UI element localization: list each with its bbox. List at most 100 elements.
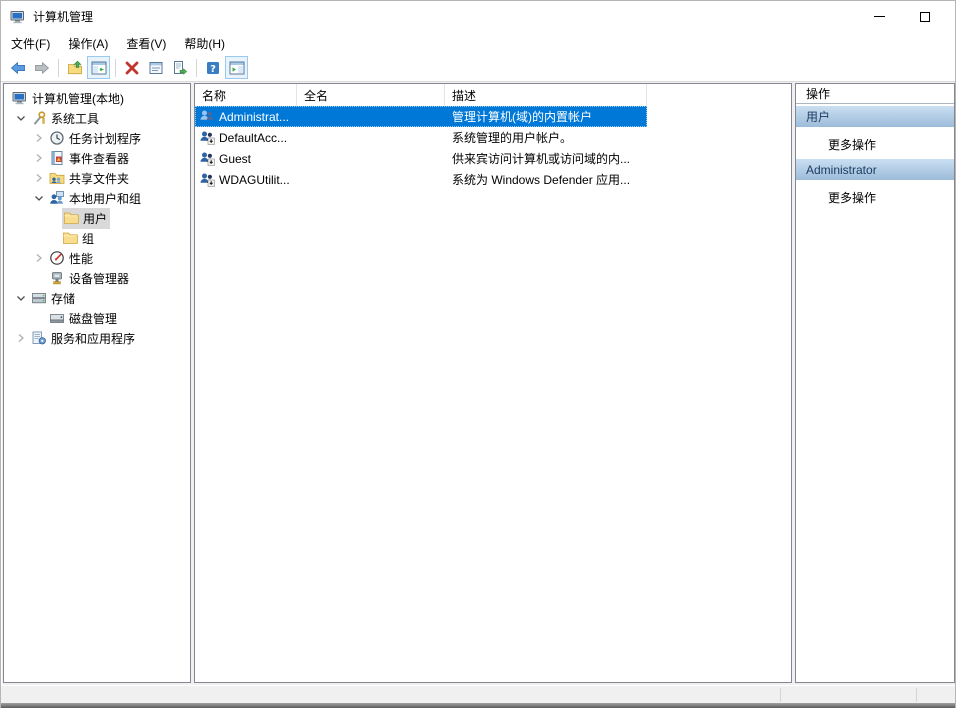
computer-icon bbox=[12, 90, 28, 106]
tree-item-performance[interactable]: 性能 bbox=[4, 248, 190, 268]
tree-item-local-users-groups[interactable]: 本地用户和组 bbox=[4, 188, 190, 208]
column-header-name[interactable]: 名称 bbox=[195, 84, 297, 106]
show-action-pane-button[interactable] bbox=[225, 56, 248, 79]
services-icon bbox=[31, 330, 47, 346]
cell-description: 管理计算机(域)的内置帐户 bbox=[452, 108, 647, 125]
show-action-pane-icon bbox=[229, 60, 245, 76]
tree-item-label: 事件查看器 bbox=[69, 150, 129, 167]
chevron-down-icon[interactable] bbox=[13, 290, 29, 306]
maximize-button[interactable] bbox=[902, 1, 947, 32]
table-row-guest[interactable]: Guest 供来宾访问计算机或访问域的内... bbox=[195, 148, 647, 169]
chevron-right-icon[interactable] bbox=[31, 250, 47, 266]
delete-icon bbox=[124, 60, 140, 76]
title-bar: 计算机管理 bbox=[1, 1, 955, 32]
tree-item-device-manager[interactable]: 设备管理器 bbox=[4, 268, 190, 288]
tree-item-event-viewer[interactable]: 事件查看器 bbox=[4, 148, 190, 168]
window-title: 计算机管理 bbox=[33, 8, 93, 25]
menu-file[interactable]: 文件(F) bbox=[2, 33, 59, 54]
selected-tree-item-highlight: 用户 bbox=[62, 208, 110, 229]
up-folder-button[interactable] bbox=[63, 56, 86, 79]
tree-item-label: 任务计划程序 bbox=[69, 130, 141, 147]
help-button[interactable]: ? bbox=[201, 56, 224, 79]
cell-name: DefaultAcc... bbox=[219, 131, 297, 145]
tree-item-label: 存储 bbox=[51, 290, 75, 307]
chevron-right-icon[interactable] bbox=[31, 170, 47, 186]
minimize-button[interactable] bbox=[857, 1, 902, 32]
computer-management-window: 计算机管理 文件(F) 操作(A) 查看(V) 帮助(H) bbox=[0, 0, 956, 708]
more-actions-administrator[interactable]: 更多操作 bbox=[796, 180, 954, 210]
system-tools-icon bbox=[31, 110, 47, 126]
expander-spacer bbox=[44, 210, 60, 226]
folder-icon bbox=[63, 210, 79, 226]
table-row-wdagutility[interactable]: WDAGUtilit... 系统为 Windows Defender 应用... bbox=[195, 169, 647, 190]
toolbar-separator bbox=[58, 59, 59, 77]
menu-view[interactable]: 查看(V) bbox=[117, 33, 175, 54]
export-list-button[interactable] bbox=[168, 56, 191, 79]
status-bar bbox=[1, 686, 955, 704]
up-folder-icon bbox=[67, 60, 83, 76]
shared-folders-icon bbox=[49, 170, 65, 186]
user-icon bbox=[199, 108, 215, 124]
computer-icon bbox=[10, 9, 26, 25]
tree-item-shared-folders[interactable]: 共享文件夹 bbox=[4, 168, 190, 188]
tree-item-label: 组 bbox=[82, 230, 94, 247]
tree-item-task-scheduler[interactable]: 任务计划程序 bbox=[4, 128, 190, 148]
users-list-panel: 名称 全名 描述 Administrat... 管理计算机(域)的内置帐户 De… bbox=[194, 83, 792, 683]
tree-item-disk-management[interactable]: 磁盘管理 bbox=[4, 308, 190, 328]
delete-button[interactable] bbox=[120, 56, 143, 79]
menu-bar: 文件(F) 操作(A) 查看(V) 帮助(H) bbox=[1, 33, 955, 53]
tree-item-label: 本地用户和组 bbox=[69, 190, 141, 207]
status-separator bbox=[916, 688, 917, 702]
event-viewer-icon bbox=[49, 150, 65, 166]
chevron-down-icon[interactable] bbox=[13, 110, 29, 126]
cell-description: 系统管理的用户帐户。 bbox=[452, 129, 647, 146]
tree-item-label: 性能 bbox=[69, 250, 93, 267]
actions-section-users-header[interactable]: 用户 bbox=[796, 106, 954, 127]
chevron-right-icon[interactable] bbox=[31, 130, 47, 146]
cell-name: Administrat... bbox=[219, 110, 297, 124]
device-manager-icon bbox=[49, 270, 65, 286]
tree-item-computer-management[interactable]: 计算机管理(本地) bbox=[4, 88, 190, 108]
cell-description: 系统为 Windows Defender 应用... bbox=[452, 171, 647, 188]
column-header-full-name[interactable]: 全名 bbox=[297, 84, 445, 106]
toolbar: ? bbox=[1, 54, 955, 82]
user-disabled-icon bbox=[199, 129, 215, 145]
user-disabled-icon bbox=[199, 150, 215, 166]
tree-item-groups[interactable]: 组 bbox=[4, 228, 190, 248]
user-disabled-icon bbox=[199, 171, 215, 187]
status-separator bbox=[780, 688, 781, 702]
window-bottom-edge bbox=[1, 703, 955, 708]
main-area: 计算机管理(本地) 系统工具 任务计划程序 事件查看器 bbox=[2, 82, 956, 685]
disk-management-icon bbox=[49, 310, 65, 326]
chevron-down-icon[interactable] bbox=[31, 190, 47, 206]
chevron-right-icon[interactable] bbox=[13, 330, 29, 346]
show-console-tree-button[interactable] bbox=[87, 56, 110, 79]
expander-spacer bbox=[31, 310, 47, 326]
minimize-icon bbox=[874, 16, 885, 17]
table-row-defaultaccount[interactable]: DefaultAcc... 系统管理的用户帐户。 bbox=[195, 127, 647, 148]
column-header-description[interactable]: 描述 bbox=[445, 84, 647, 106]
more-actions-users[interactable]: 更多操作 bbox=[796, 127, 954, 157]
properties-button[interactable] bbox=[144, 56, 167, 79]
menu-action[interactable]: 操作(A) bbox=[59, 33, 117, 54]
expander-spacer bbox=[44, 230, 60, 246]
cell-name: Guest bbox=[219, 152, 297, 166]
tree-item-label: 磁盘管理 bbox=[69, 310, 117, 327]
actions-panel: 操作 用户 更多操作 Administrator 更多操作 bbox=[795, 83, 955, 683]
tree-item-system-tools[interactable]: 系统工具 bbox=[4, 108, 190, 128]
maximize-icon bbox=[920, 12, 930, 22]
actions-panel-title: 操作 bbox=[796, 84, 954, 104]
chevron-right-icon[interactable] bbox=[31, 150, 47, 166]
properties-icon bbox=[148, 60, 164, 76]
tree-item-services-apps[interactable]: 服务和应用程序 bbox=[4, 328, 190, 348]
toolbar-separator bbox=[115, 59, 116, 77]
svg-text:?: ? bbox=[210, 64, 216, 75]
tree-item-storage[interactable]: 存储 bbox=[4, 288, 190, 308]
menu-help[interactable]: 帮助(H) bbox=[175, 33, 234, 54]
tree-item-users[interactable]: 用户 bbox=[4, 208, 190, 228]
back-button[interactable] bbox=[6, 56, 29, 79]
forward-button[interactable] bbox=[30, 56, 53, 79]
folder-icon bbox=[62, 230, 78, 246]
actions-section-administrator-header[interactable]: Administrator bbox=[796, 159, 954, 180]
table-row-administrator[interactable]: Administrat... 管理计算机(域)的内置帐户 bbox=[195, 106, 647, 127]
